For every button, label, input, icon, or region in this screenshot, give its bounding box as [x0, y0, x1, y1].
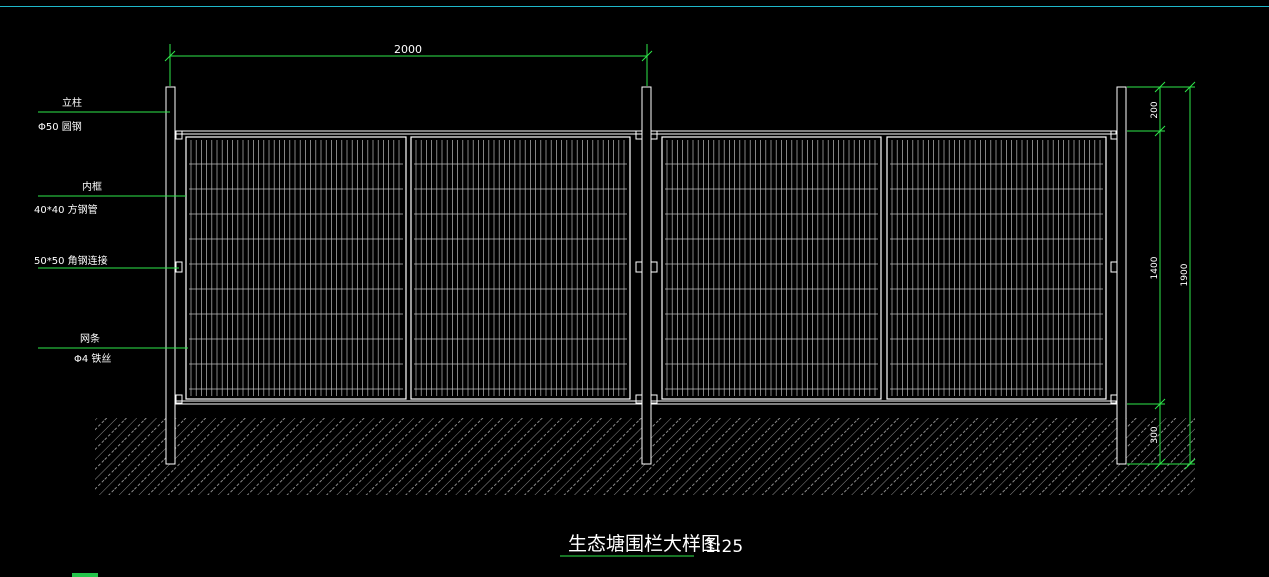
dim-middle-value: 1400 [1150, 256, 1160, 279]
label-mesh-spec: Φ4 铁丝 [74, 352, 111, 365]
wire-mesh [890, 140, 1103, 396]
dim-bottom-value: 300 [1150, 426, 1160, 443]
panel-frame [410, 136, 631, 400]
drawing-title: 生态塘围栏大样图 [568, 533, 720, 555]
label-frame-name: 内框 [82, 180, 102, 193]
drawing-scale: 1:25 [705, 537, 743, 557]
label-post-spec: Φ50 圆钢 [38, 120, 82, 133]
wire-mesh [665, 140, 878, 396]
label-mesh-name: 网条 [80, 332, 100, 345]
dim-top-value: 200 [1150, 101, 1160, 118]
post-left [165, 86, 176, 465]
label-frame-spec: 40*40 方钢管 [34, 203, 98, 216]
dim-total-value: 1900 [1180, 263, 1190, 286]
fence-detail-drawing: 2000 200 1400 300 1900 立柱 Φ50 圆钢 内框 40*4… [34, 43, 1196, 557]
wire-mesh [189, 140, 403, 396]
model-tab-marker [72, 573, 98, 577]
posts [165, 86, 1127, 465]
post-middle [641, 86, 652, 465]
wire-mesh [414, 140, 627, 396]
panel-frame [661, 136, 882, 400]
panel-frame [886, 136, 1107, 400]
label-post-name: 立柱 [62, 96, 82, 109]
post-right [1116, 86, 1127, 465]
top-dimension-value: 2000 [394, 43, 422, 56]
label-connector: 50*50 角钢连接 [34, 254, 108, 267]
